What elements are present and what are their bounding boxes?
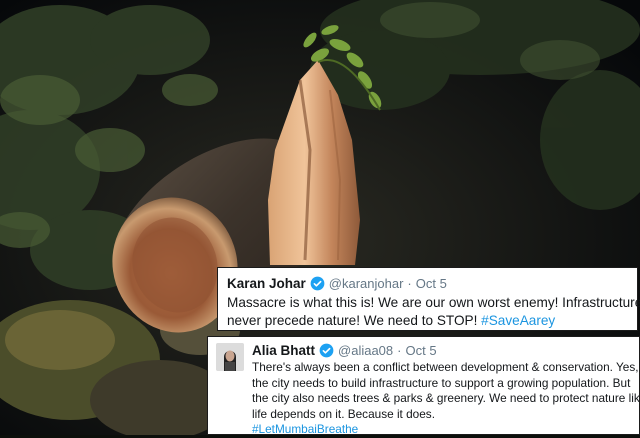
tweet-text-line: Massacre is what this is! We are our own…	[227, 295, 640, 310]
author-handle[interactable]: @karanjohar	[329, 276, 404, 291]
tweet-date[interactable]: Oct 5	[416, 276, 447, 291]
tweet-date[interactable]: Oct 5	[405, 343, 436, 358]
hashtag-link[interactable]: #SaveAarey	[481, 313, 555, 328]
tweet-card-karan[interactable]: Karan Johar @karanjohar · Oct 5 Massacre…	[217, 267, 640, 331]
tweet-text: There's always been a conflict between d…	[212, 360, 640, 438]
tweet-text: Massacre is what this is! We are our own…	[227, 294, 640, 330]
tweet-text-line: the city needs to build infrastructure t…	[252, 375, 631, 390]
tweet-header: Karan Johar @karanjohar · Oct 5	[227, 276, 629, 291]
tweet-text-line: the city also needs trees & parks & gree…	[252, 391, 640, 406]
tweet-text-line: life depends on it. Because it does.	[252, 406, 435, 421]
author-name[interactable]: Alia Bhatt	[252, 343, 315, 358]
tweet-text-line: never precede nature! We need to STOP!	[227, 313, 482, 328]
author-handle[interactable]: @aliaa08	[338, 343, 393, 358]
author-name[interactable]: Karan Johar	[227, 276, 306, 291]
tweet-card-alia[interactable]: Alia Bhatt @aliaa08 · Oct 5 There's alwa…	[207, 336, 640, 438]
hashtag-link[interactable]: #LetMumbaiBreathe	[252, 422, 640, 438]
tweet-header: Alia Bhatt @aliaa08 · Oct 5	[252, 343, 640, 358]
separator-dot: ·	[397, 343, 402, 358]
verified-badge-icon	[319, 343, 334, 358]
tweet-text-line: There's always been a conflict between d…	[252, 360, 639, 374]
verified-badge-icon	[310, 276, 325, 291]
separator-dot: ·	[407, 276, 412, 291]
